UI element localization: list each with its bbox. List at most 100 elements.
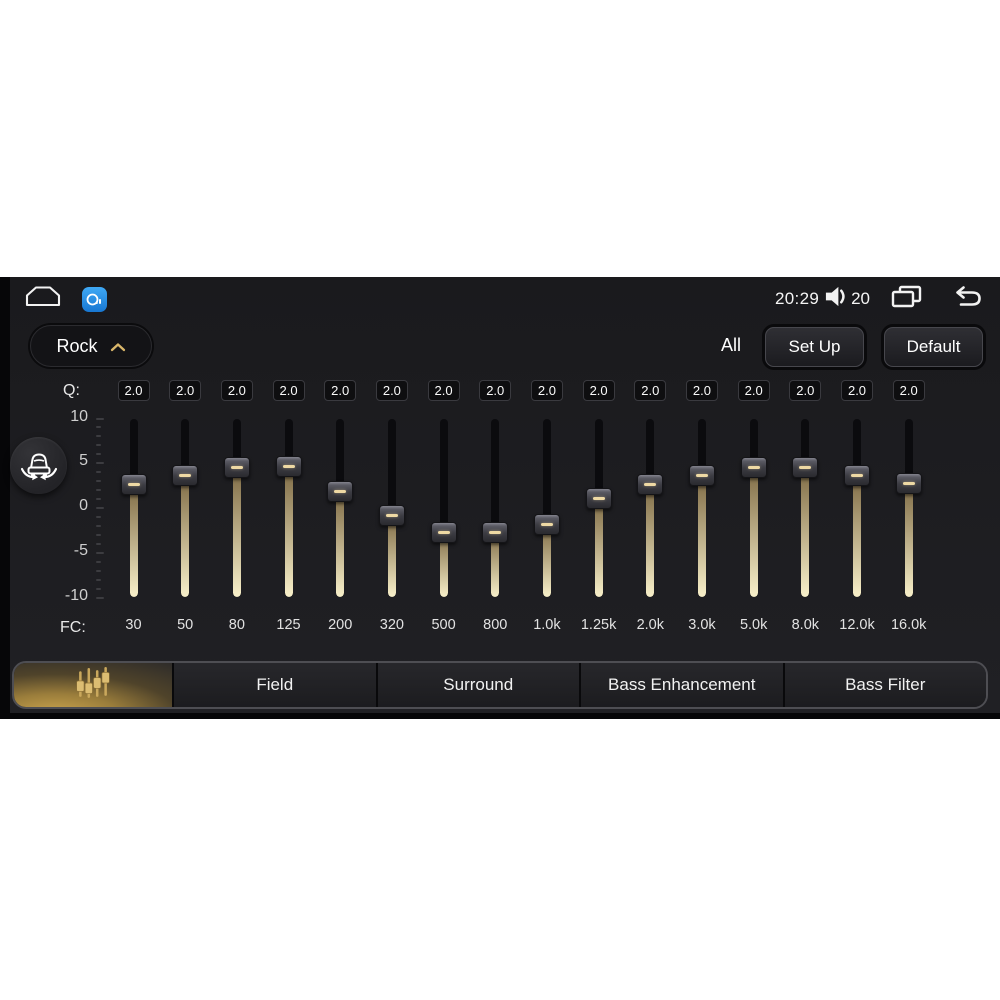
band-frequency-label: 16.0k [890,617,927,633]
tab-bass-enhancement[interactable]: Bass Enhancement [581,663,783,707]
axis-tick [96,524,101,527]
q-value-box[interactable]: 2.0 [375,380,408,401]
slider-track-fill [646,484,655,597]
slider-track[interactable] [853,419,862,597]
slider-track-fill [284,466,293,597]
tab-label: Bass Filter [845,675,926,694]
slider-track-fill [181,475,190,597]
slider-track[interactable] [129,419,138,597]
preset-selector[interactable]: Rock [30,325,152,367]
band-slider[interactable] [418,411,470,611]
band-slider[interactable] [779,411,831,611]
q-value-box[interactable]: 2.0 [582,380,615,401]
q-value-box[interactable]: 2.0 [479,380,512,401]
q-value-box[interactable]: 2.0 [841,380,874,401]
q-value-box[interactable]: 2.0 [892,380,925,401]
band-slider[interactable] [366,411,418,611]
band-slider[interactable] [108,411,160,611]
tab-field[interactable]: Field [174,663,376,707]
slider-track[interactable] [801,419,810,597]
q-value-box[interactable]: 2.0 [737,380,770,401]
tab-equalizer[interactable] [14,663,172,707]
slider-track-fill [904,483,913,597]
q-value-box[interactable]: 2.0 [220,380,253,401]
slider-handle[interactable] [533,514,560,536]
volume-level: 20 [851,289,870,308]
q-value-box[interactable]: 2.0 [634,380,667,401]
axis-tick [96,498,101,501]
q-value-box[interactable]: 2.0 [324,380,357,401]
ai-assistant-app-icon[interactable] [82,286,107,312]
slider-track[interactable] [646,419,655,597]
all-button[interactable]: All [721,335,741,356]
slider-handle[interactable] [792,457,819,479]
axis-tick [96,417,104,420]
axis-label: 0 [79,497,88,514]
band-slider[interactable] [728,411,780,611]
axis-tick [96,507,104,509]
band-slider[interactable] [469,411,521,611]
slider-track[interactable] [904,419,913,597]
recent-apps-icon[interactable] [890,284,923,314]
car-sound-field-icon [18,443,60,488]
band-slider[interactable] [883,411,935,611]
page: 20:29 20 Rock All Set Up Default Q: 2.0 … [0,0,1000,1000]
back-icon[interactable] [949,285,984,314]
slider-track[interactable] [232,419,241,597]
slider-handle[interactable] [895,473,922,495]
q-value-box[interactable]: 2.0 [427,380,460,401]
band-slider[interactable] [831,411,883,611]
default-button[interactable]: Default [884,327,983,367]
slider-track[interactable] [284,419,293,597]
set-up-button[interactable]: Set Up [765,327,864,367]
band-slider[interactable] [314,411,366,611]
slider-track[interactable] [181,419,190,597]
q-value-box[interactable]: 2.0 [685,380,718,401]
slider-track[interactable] [542,419,551,597]
clock: 20:29 [775,289,820,308]
slider-handle[interactable] [740,457,767,479]
band-slider[interactable] [624,411,676,611]
tab-label: Bass Enhancement [608,675,756,694]
band-slider[interactable] [211,411,263,611]
tab-bass-filter[interactable]: Bass Filter [784,663,986,707]
slider-handle[interactable] [688,465,715,487]
slider-handle[interactable] [120,474,147,496]
slider-handle[interactable] [172,465,199,487]
band-slider[interactable] [573,411,625,611]
axis-tick [96,533,101,536]
slider-handle[interactable] [327,481,354,503]
slider-track-fill [336,491,345,597]
slider-track[interactable] [491,419,500,597]
status-bar-left [24,284,107,314]
slider-track[interactable] [336,419,345,597]
slider-handle[interactable] [585,488,612,510]
band-slider[interactable] [263,411,315,611]
slider-handle[interactable] [275,456,302,478]
preset-label: Rock [56,335,98,356]
axis-tick [96,515,101,518]
slider-track[interactable] [439,419,448,597]
slider-handle[interactable] [378,505,405,527]
axis-tick [96,462,104,465]
slider-track-fill [801,467,810,597]
slider-track[interactable] [749,419,758,597]
q-value-box[interactable]: 2.0 [789,380,822,401]
slider-handle[interactable] [482,521,509,543]
tab-surround[interactable]: Surround [377,663,579,707]
q-value-box[interactable]: 2.0 [169,380,202,401]
q-value-box[interactable]: 2.0 [117,380,150,401]
band-slider[interactable] [159,411,211,611]
band-slider[interactable] [676,411,728,611]
slider-handle[interactable] [844,465,871,487]
q-value-box[interactable]: 2.0 [272,380,305,401]
q-value-box[interactable]: 2.0 [530,380,563,401]
speaker-icon[interactable] [824,285,847,313]
sound-field-button[interactable] [10,437,67,494]
slider-track[interactable] [697,419,706,597]
slider-handle[interactable] [430,522,457,544]
band-slider[interactable] [521,411,573,611]
home-icon[interactable] [24,284,62,314]
slider-handle[interactable] [637,474,664,496]
slider-handle[interactable] [223,457,250,479]
